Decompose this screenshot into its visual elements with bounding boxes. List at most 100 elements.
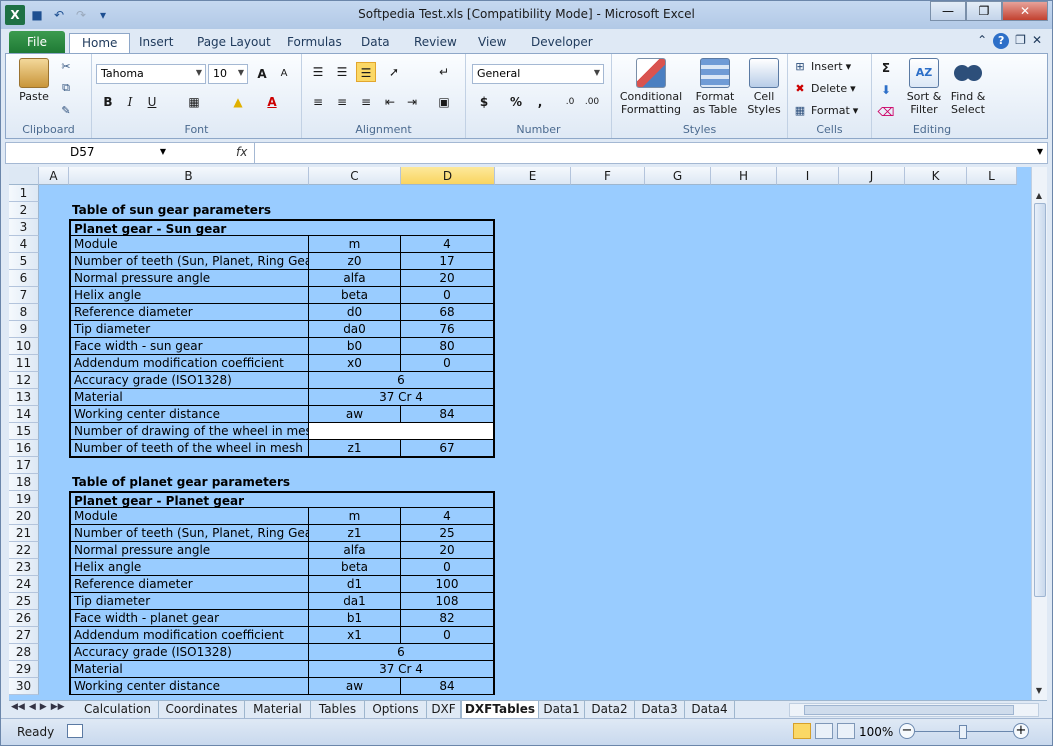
sheet-tab-data1[interactable]: Data1: [539, 701, 585, 718]
wrap-text-icon[interactable]: ↵: [434, 62, 454, 82]
clear-icon[interactable]: ⌫: [876, 102, 896, 122]
page-break-view-icon[interactable]: [837, 723, 855, 739]
sheet-tab-data3[interactable]: Data3: [635, 701, 685, 718]
column-header-j[interactable]: J: [839, 167, 905, 185]
fill-color-icon[interactable]: ▲: [228, 92, 248, 112]
parameter-symbol-cell[interactable]: d1: [309, 576, 401, 593]
column-header-a[interactable]: A: [39, 167, 69, 185]
tab-file[interactable]: File: [9, 31, 65, 53]
font-name-combo[interactable]: Tahoma ▼: [96, 64, 206, 84]
parameter-name-cell[interactable]: Addendum modification coefficient: [69, 627, 309, 644]
row-header[interactable]: 15: [9, 423, 39, 440]
format-as-table-button[interactable]: Format as Table: [688, 58, 742, 116]
parameter-name-cell[interactable]: Reference diameter: [69, 304, 309, 321]
last-sheet-icon[interactable]: ▶▶: [51, 702, 65, 712]
number-format-combo[interactable]: General ▼: [472, 64, 604, 84]
workbook-restore-icon[interactable]: ❐: [1015, 33, 1026, 49]
row-header[interactable]: 2: [9, 202, 39, 219]
row-header[interactable]: 16: [9, 440, 39, 457]
parameter-name-cell[interactable]: Addendum modification coefficient: [69, 355, 309, 372]
merge-center-icon[interactable]: ▣: [434, 92, 454, 112]
increase-indent-icon[interactable]: ⇥: [402, 92, 422, 112]
autosum-icon[interactable]: Σ: [876, 58, 896, 78]
row-header[interactable]: 5: [9, 253, 39, 270]
grow-font-icon[interactable]: A: [252, 64, 272, 84]
formula-input[interactable]: [254, 143, 1027, 163]
row-header[interactable]: 23: [9, 559, 39, 576]
parameter-value-cell[interactable]: 0: [401, 355, 495, 372]
parameter-name-cell[interactable]: Tip diameter: [69, 321, 309, 338]
parameter-name-cell[interactable]: Accuracy grade (ISO1328): [69, 372, 309, 389]
table-header[interactable]: Planet gear - Sun gear: [69, 219, 495, 236]
parameter-name-cell[interactable]: Tip diameter: [69, 593, 309, 610]
row-header[interactable]: 10: [9, 338, 39, 355]
column-header-e[interactable]: E: [495, 167, 571, 185]
bold-button[interactable]: B: [98, 92, 118, 112]
row-header[interactable]: 9: [9, 321, 39, 338]
sort-filter-button[interactable]: AZ Sort & Filter: [904, 58, 944, 116]
next-sheet-icon[interactable]: ▶: [40, 702, 47, 712]
parameter-value-cell[interactable]: 76: [401, 321, 495, 338]
italic-button[interactable]: I: [120, 92, 140, 112]
row-header[interactable]: 14: [9, 406, 39, 423]
delete-cells-button[interactable]: ✖ Delete ▾: [792, 80, 855, 96]
align-middle-icon[interactable]: ☰: [332, 62, 352, 82]
prev-sheet-icon[interactable]: ◀: [29, 702, 36, 712]
insert-cells-button[interactable]: ⊞ Insert ▾: [792, 58, 851, 74]
currency-button[interactable]: $: [474, 92, 494, 112]
minimize-ribbon-icon[interactable]: ⌃: [977, 33, 987, 49]
workbook-close-icon[interactable]: ✕: [1032, 33, 1042, 49]
select-all-corner[interactable]: [9, 167, 39, 185]
parameter-name-cell[interactable]: Material: [69, 389, 309, 406]
sheet-tab-dxf[interactable]: DXF: [427, 701, 461, 718]
align-top-icon[interactable]: ☰: [308, 62, 328, 82]
row-header[interactable]: 27: [9, 627, 39, 644]
parameter-name-cell[interactable]: Accuracy grade (ISO1328): [69, 644, 309, 661]
parameter-symbol-cell[interactable]: z1: [309, 525, 401, 542]
parameter-value-cell[interactable]: 37 Cr 4: [309, 389, 495, 406]
parameter-value-cell[interactable]: 67: [401, 440, 495, 457]
row-header[interactable]: 12: [9, 372, 39, 389]
comma-button[interactable]: ,: [530, 92, 550, 112]
first-sheet-icon[interactable]: ◀◀: [11, 702, 25, 712]
tab-formulas[interactable]: Formulas: [287, 33, 342, 53]
font-size-combo[interactable]: 10 ▼: [208, 64, 248, 84]
parameter-value-cell[interactable]: 4: [401, 508, 495, 525]
parameter-name-cell[interactable]: Number of drawing of the wheel in mesh: [69, 423, 309, 440]
parameter-name-cell[interactable]: Module: [69, 236, 309, 253]
parameter-name-cell[interactable]: Number of teeth (Sun, Planet, Ring Gear): [69, 525, 309, 542]
parameter-symbol-cell[interactable]: z1: [309, 440, 401, 457]
row-header[interactable]: 7: [9, 287, 39, 304]
parameter-name-cell[interactable]: Number of teeth (Sun, Planet, Ring Gear): [69, 253, 309, 270]
copy-icon[interactable]: ⧉: [58, 80, 74, 96]
parameter-value-cell[interactable]: 0: [401, 627, 495, 644]
format-painter-icon[interactable]: ✎: [58, 102, 74, 118]
normal-view-icon[interactable]: [793, 723, 811, 739]
parameter-value-cell[interactable]: 17: [401, 253, 495, 270]
align-center-icon[interactable]: ≡: [332, 92, 352, 112]
parameter-value-cell[interactable]: 108: [401, 593, 495, 610]
parameter-name-cell[interactable]: Working center distance: [69, 406, 309, 423]
parameter-name-cell[interactable]: Face width - sun gear: [69, 338, 309, 355]
tab-page-layout[interactable]: Page Layout: [197, 33, 271, 53]
scroll-up-icon[interactable]: ▲: [1032, 189, 1046, 203]
find-select-button[interactable]: Find & Select: [946, 58, 990, 116]
parameter-symbol-cell[interactable]: b0: [309, 338, 401, 355]
row-header[interactable]: 19: [9, 491, 39, 508]
parameter-value-cell[interactable]: 82: [401, 610, 495, 627]
parameter-value-cell[interactable]: 37 Cr 4: [309, 661, 495, 678]
row-header[interactable]: 17: [9, 457, 39, 474]
row-header[interactable]: 28: [9, 644, 39, 661]
row-header[interactable]: 29: [9, 661, 39, 678]
parameter-symbol-cell[interactable]: alfa: [309, 542, 401, 559]
fill-icon[interactable]: ⬇: [876, 80, 896, 100]
tab-review[interactable]: Review: [414, 33, 457, 53]
zoom-in-icon[interactable]: +: [1013, 723, 1029, 739]
tab-view[interactable]: View: [478, 33, 506, 53]
row-header[interactable]: 25: [9, 593, 39, 610]
parameter-value-cell[interactable]: 25: [401, 525, 495, 542]
scroll-down-icon[interactable]: ▼: [1032, 684, 1046, 698]
column-header-d[interactable]: D: [401, 167, 495, 185]
sheet-tab-calculation[interactable]: Calculation: [77, 701, 159, 718]
parameter-value-cell[interactable]: 6: [309, 644, 495, 661]
